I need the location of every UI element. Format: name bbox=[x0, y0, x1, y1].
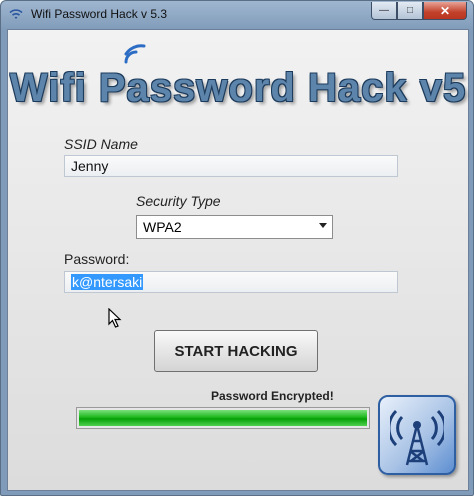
status-text: Password Encrypted! bbox=[211, 389, 334, 403]
client-area: Wifi Password Hack v5 SSID Name Jenny Se… bbox=[7, 29, 469, 491]
password-label: Password: bbox=[64, 251, 130, 267]
ssid-label: SSID Name bbox=[64, 136, 138, 152]
minimize-button[interactable]: — bbox=[371, 2, 397, 20]
ssid-field[interactable]: Jenny bbox=[64, 155, 398, 177]
antenna-tower-icon bbox=[378, 395, 456, 475]
window-controls: — □ ✕ bbox=[371, 2, 467, 20]
mouse-pointer-icon bbox=[108, 308, 122, 328]
title-bar[interactable]: Wifi Password Hack v 5.3 — □ ✕ bbox=[1, 1, 473, 29]
app-heading: Wifi Password Hack v5 bbox=[9, 66, 467, 110]
security-type-value: WPA2 bbox=[143, 219, 182, 235]
maximize-button[interactable]: □ bbox=[397, 2, 423, 20]
password-value: k@ntersaki bbox=[71, 274, 144, 290]
wifi-signal-icon bbox=[9, 9, 23, 19]
antenna-tower-graphic bbox=[390, 409, 444, 466]
security-type-select[interactable]: WPA2 bbox=[136, 215, 333, 239]
security-type-label: Security Type bbox=[136, 193, 221, 209]
progress-bar bbox=[76, 407, 370, 429]
progress-fill bbox=[79, 410, 367, 426]
close-button[interactable]: ✕ bbox=[423, 2, 467, 20]
password-field[interactable]: k@ntersaki bbox=[64, 271, 398, 293]
wifi-arc-icon bbox=[124, 44, 146, 64]
chevron-down-icon bbox=[319, 223, 327, 228]
start-hacking-button[interactable]: START HACKING bbox=[154, 330, 318, 372]
window-title: Wifi Password Hack v 5.3 bbox=[31, 7, 168, 21]
app-window: Wifi Password Hack v 5.3 — □ ✕ Wifi Pass… bbox=[0, 0, 474, 496]
